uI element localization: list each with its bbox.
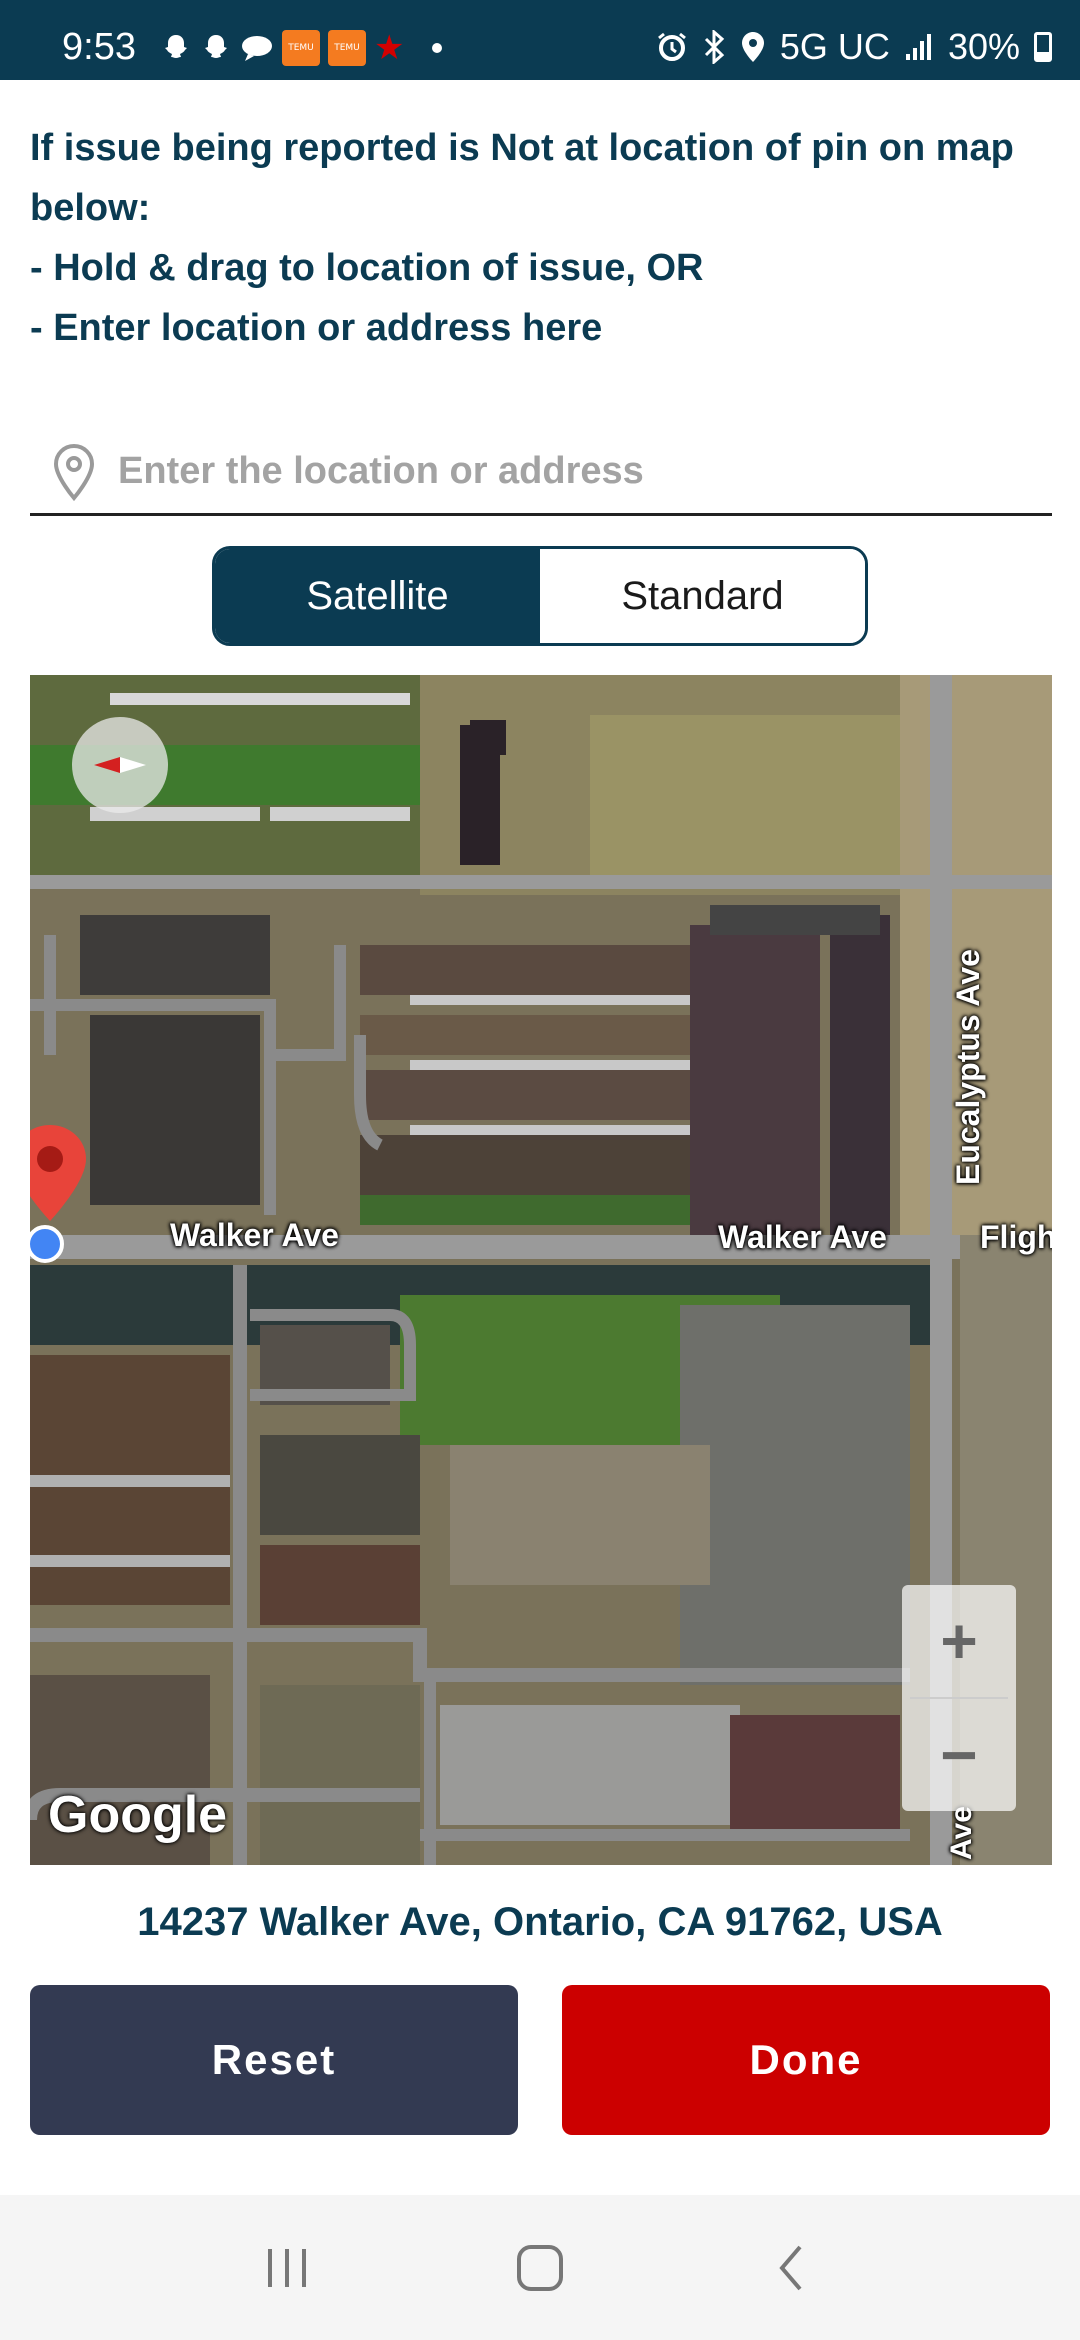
location-field[interactable] (30, 430, 1052, 516)
alarm-icon (657, 32, 686, 61)
instructions: If issue being reported is Not at locati… (30, 118, 1050, 358)
battery-percent: 30% (947, 26, 1020, 67)
map-marker-icon[interactable] (30, 1123, 90, 1223)
location-pin-icon (53, 443, 95, 501)
zoom-out-button[interactable]: − (902, 1699, 1016, 1811)
status-bar: 9:53 TEMU TEMU ★ 5G UC 30% (0, 0, 1080, 80)
back-button[interactable] (753, 2228, 833, 2308)
instruction-line-3: - Enter location or address here (30, 307, 603, 349)
google-logo: Google (48, 1786, 228, 1844)
bluetooth-icon (704, 30, 725, 64)
signal-icon (905, 34, 931, 60)
instruction-line-1: If issue being reported is Not at locati… (30, 127, 1014, 229)
zoom-in-button[interactable]: + (902, 1585, 1016, 1697)
back-icon (779, 2245, 802, 2290)
compass-icon[interactable] (72, 717, 168, 813)
home-button[interactable] (500, 2228, 580, 2308)
recent-apps-icon (267, 2248, 306, 2287)
star-icon: ★ (374, 29, 405, 67)
street-label: Fligh (980, 1219, 1052, 1255)
satellite-map[interactable]: Walker Ave Walker Ave Fligh Eucalyptus A… (30, 675, 1052, 1865)
status-time: 9:53 (62, 26, 136, 68)
street-label: Ave (945, 1806, 978, 1860)
map-type-toggle[interactable]: Satellite Standard (212, 546, 868, 646)
reset-button[interactable]: Reset (30, 1985, 518, 2135)
recent-apps-button[interactable] (247, 2228, 327, 2308)
snapchat-icon (205, 35, 227, 58)
standard-tab[interactable]: Standard (540, 549, 865, 643)
chat-icon (242, 36, 272, 61)
location-icon (741, 32, 764, 62)
street-label: Walker Ave (170, 1217, 339, 1253)
snapchat-icon (165, 35, 187, 58)
dot-icon (432, 43, 443, 53)
compass-needle-icon (94, 757, 146, 773)
zoom-control: + − (902, 1585, 1016, 1811)
done-button[interactable]: Done (562, 1985, 1050, 2135)
location-search-input[interactable] (118, 450, 1018, 493)
satellite-imagery (30, 675, 1052, 1865)
notification-icons: TEMU TEMU ★ (160, 29, 443, 67)
system-icons: 5G UC 30% (656, 26, 1052, 68)
temu-icon: TEMU (282, 30, 320, 66)
street-label: Eucalyptus Ave (950, 949, 986, 1185)
street-label: Walker Ave (718, 1219, 887, 1255)
temu-icon: TEMU (328, 30, 366, 66)
selected-address: 14237 Walker Ave, Ontario, CA 91762, USA (137, 1900, 943, 1944)
instruction-line-2: - Hold & drag to location of issue, OR (30, 247, 704, 289)
home-icon (516, 2244, 563, 2291)
battery-icon (1034, 32, 1052, 62)
network-type: 5G UC (779, 26, 890, 67)
satellite-tab[interactable]: Satellite (215, 549, 540, 643)
navigation-bar (0, 2195, 1080, 2340)
